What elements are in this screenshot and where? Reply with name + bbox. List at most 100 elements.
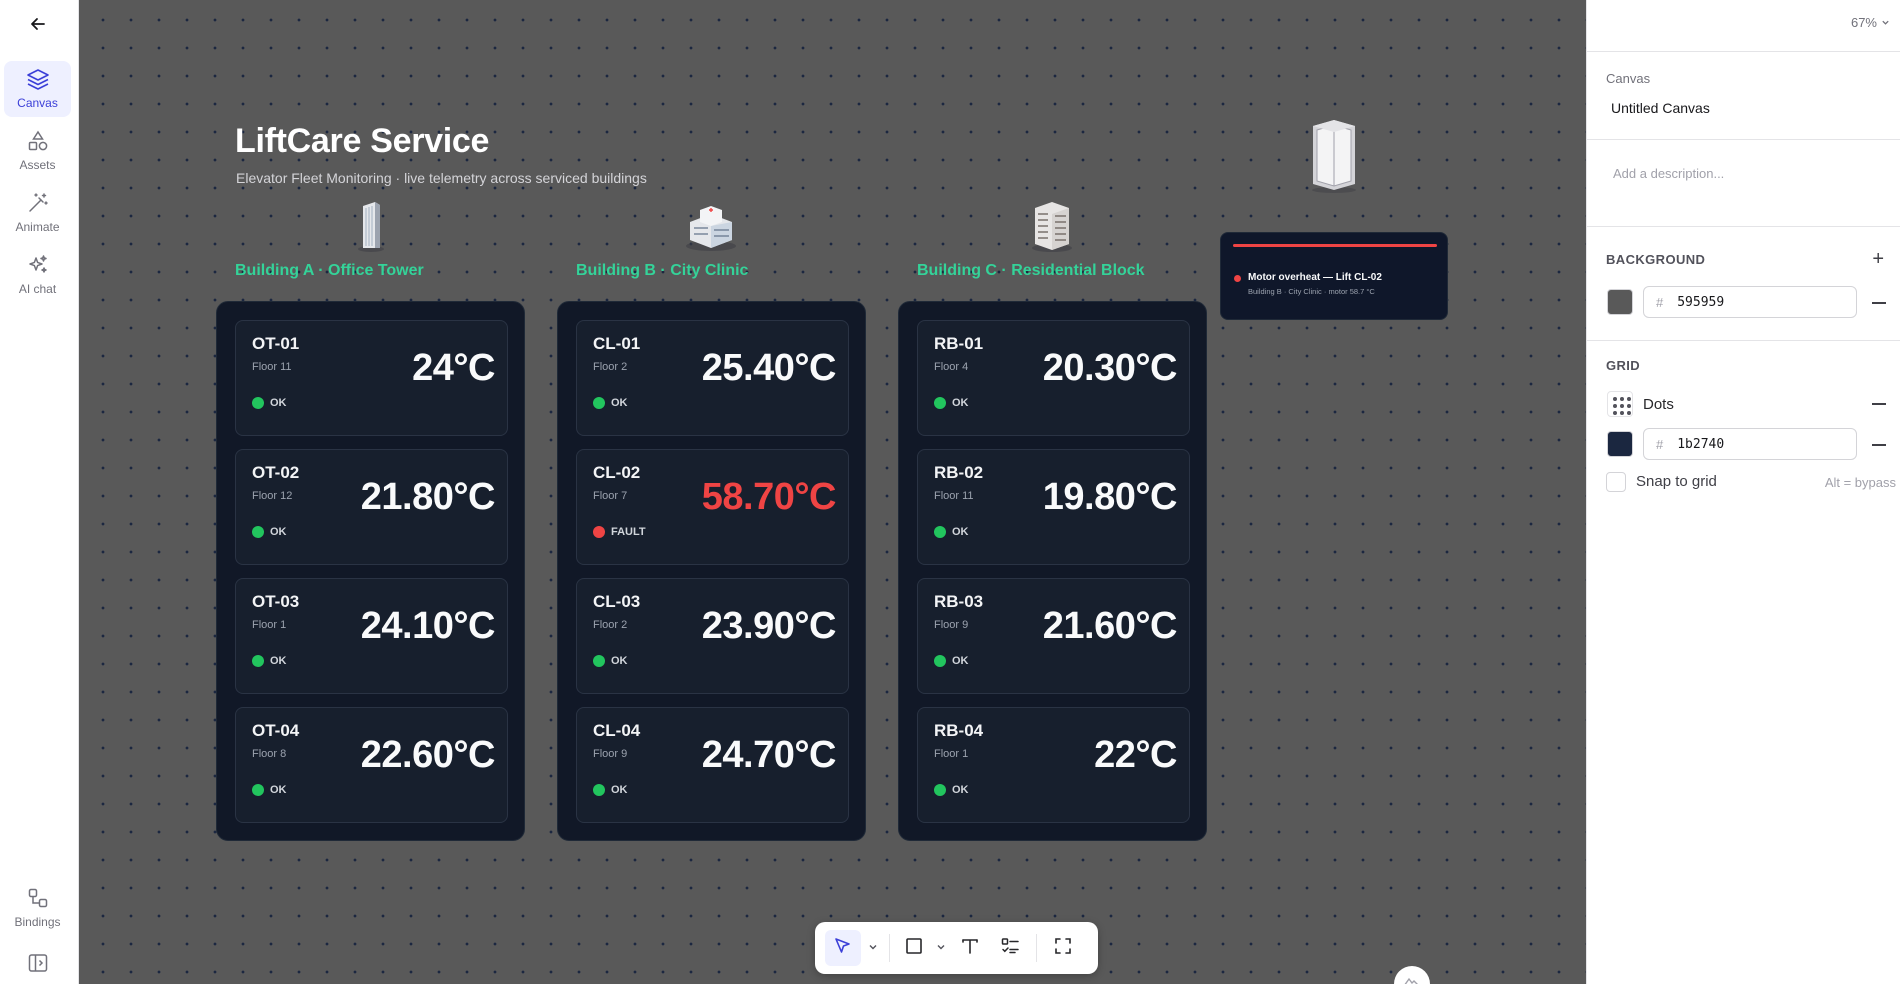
grid-color-swatch[interactable]	[1607, 431, 1633, 457]
elevator-cab-icon	[1307, 118, 1361, 194]
panel-divider	[1587, 51, 1900, 52]
rail-item-canvas[interactable]: Canvas	[4, 61, 71, 117]
lift-id: CL-01	[593, 334, 641, 353]
select-tool-dropdown[interactable]	[865, 930, 881, 966]
back-arrow-icon[interactable]	[22, 12, 54, 36]
canvas-name-field[interactable]: Untitled Canvas	[1611, 100, 1710, 116]
alert-accent-bar	[1233, 244, 1437, 247]
properties-panel: 67% Canvas Untitled Canvas Add a descrip…	[1586, 0, 1900, 984]
panel-divider	[1587, 139, 1900, 140]
status-badge: OK	[593, 784, 628, 796]
alert-dot-icon	[1234, 275, 1241, 282]
lift-card[interactable]: OT-01 Floor 11 24°C OK	[235, 320, 508, 436]
lift-id: RB-04	[934, 721, 984, 740]
lift-temperature: 24.10°C	[360, 605, 496, 647]
lift-card[interactable]: RB-02 Floor 11 19.80°C OK	[917, 449, 1190, 565]
lift-temperature: 19.80°C	[1042, 476, 1178, 518]
rail-item-label: Canvas	[17, 96, 58, 110]
building-a-panel: OT-01 Floor 11 24°C OK OT-02 Floor 12 21…	[216, 301, 525, 841]
status-badge: OK	[252, 397, 287, 409]
grid-type-label[interactable]: Dots	[1643, 396, 1674, 413]
rectangle-tool-button[interactable]	[898, 930, 930, 966]
lift-floor: Floor 4	[934, 361, 969, 373]
lift-temperature: 22.60°C	[360, 734, 496, 776]
rail-item-ai-chat[interactable]: AI chat	[4, 247, 71, 303]
lift-card[interactable]: CL-01 Floor 2 25.40°C OK	[576, 320, 849, 436]
status-text: OK	[952, 526, 969, 538]
status-dot-icon	[252, 397, 264, 409]
dots-grid-icon[interactable]	[1607, 391, 1633, 417]
lift-id: OT-04	[252, 721, 300, 740]
lift-temperature: 25.40°C	[701, 347, 837, 389]
lift-floor: Floor 1	[934, 748, 969, 760]
background-color-swatch[interactable]	[1607, 289, 1633, 315]
lift-id: CL-02	[593, 463, 641, 482]
status-text: OK	[270, 784, 287, 796]
rail-item-label: Assets	[19, 158, 56, 172]
lift-card[interactable]: RB-03 Floor 9 21.60°C OK	[917, 578, 1190, 694]
building-b-label: Building B · City Clinic	[576, 262, 749, 279]
lift-card[interactable]: RB-01 Floor 4 20.30°C OK	[917, 320, 1190, 436]
snap-to-grid-label: Snap to grid	[1636, 473, 1717, 490]
status-badge: OK	[593, 397, 628, 409]
background-hex-value: 595959	[1677, 294, 1725, 310]
remove-background-icon[interactable]	[1872, 302, 1886, 304]
add-background-icon[interactable]: +	[1872, 249, 1884, 269]
rail-item-animate[interactable]: Animate	[4, 185, 71, 241]
building-c-panel: RB-01 Floor 4 20.30°C OK RB-02 Floor 11 …	[898, 301, 1207, 841]
status-dot-icon	[593, 655, 605, 667]
sidebar-panel-icon	[27, 952, 49, 974]
lift-id: CL-03	[593, 592, 641, 611]
lift-floor: Floor 11	[252, 361, 292, 373]
status-dot-icon	[252, 655, 264, 667]
status-text: OK	[611, 655, 628, 667]
toolbar-divider	[889, 934, 890, 962]
remove-grid-icon[interactable]	[1872, 403, 1886, 405]
pointer-icon	[833, 936, 853, 961]
expand-icon	[1053, 936, 1073, 961]
status-text: OK	[952, 655, 969, 667]
snap-to-grid-checkbox[interactable]	[1606, 472, 1626, 492]
status-text: OK	[270, 526, 287, 538]
lift-id: OT-02	[252, 463, 300, 482]
lift-card[interactable]: OT-03 Floor 1 24.10°C OK	[235, 578, 508, 694]
text-tool-button[interactable]	[952, 930, 988, 966]
status-text: OK	[611, 784, 628, 796]
text-icon	[960, 936, 980, 961]
status-dot-icon	[593, 397, 605, 409]
select-tool-button[interactable]	[825, 930, 861, 966]
grid-section-title: GRID	[1606, 358, 1641, 373]
zoom-control[interactable]: 67%	[1851, 15, 1890, 30]
toggle-sidebar-button[interactable]	[4, 935, 71, 984]
lift-card[interactable]: RB-04 Floor 1 22°C OK	[917, 707, 1190, 823]
shape-tool-dropdown[interactable]	[934, 930, 948, 966]
remove-grid-color-icon[interactable]	[1872, 444, 1886, 446]
status-dot-icon	[252, 784, 264, 796]
status-badge: OK	[934, 655, 969, 667]
lift-card[interactable]: OT-04 Floor 8 22.60°C OK	[235, 707, 508, 823]
floating-action-button[interactable]	[1394, 966, 1430, 984]
sparkles-icon	[27, 254, 49, 276]
fullscreen-button[interactable]	[1045, 930, 1081, 966]
status-text: OK	[270, 655, 287, 667]
lift-card[interactable]: CL-04 Floor 9 24.70°C OK	[576, 707, 849, 823]
lift-card[interactable]: OT-02 Floor 12 21.80°C OK	[235, 449, 508, 565]
description-input[interactable]: Add a description...	[1613, 166, 1724, 181]
building-c-label: Building C · Residential Block	[917, 262, 1145, 279]
lift-temperature: 58.70°C	[701, 476, 837, 518]
lift-card[interactable]: CL-02 Floor 7 58.70°C FAULT	[576, 449, 849, 565]
lift-floor: Floor 2	[593, 361, 628, 373]
background-hex-input[interactable]: # 595959	[1643, 286, 1857, 318]
alert-card[interactable]: Motor overheat — Lift CL-02 Building B ·…	[1220, 232, 1448, 320]
canvas-area[interactable]: LiftCare Service Elevator Fleet Monitori…	[79, 0, 1586, 984]
status-text: OK	[952, 397, 969, 409]
lift-floor: Floor 9	[934, 619, 969, 631]
lift-floor: Floor 1	[252, 619, 287, 631]
rail-item-bindings[interactable]: Bindings	[4, 880, 71, 936]
checklist-tool-button[interactable]	[992, 930, 1028, 966]
status-text: OK	[270, 397, 287, 409]
grid-hex-input[interactable]: # 1b2740	[1643, 428, 1857, 460]
rail-item-assets[interactable]: Assets	[4, 123, 71, 179]
lift-card[interactable]: CL-03 Floor 2 23.90°C OK	[576, 578, 849, 694]
panel-divider	[1587, 340, 1900, 341]
